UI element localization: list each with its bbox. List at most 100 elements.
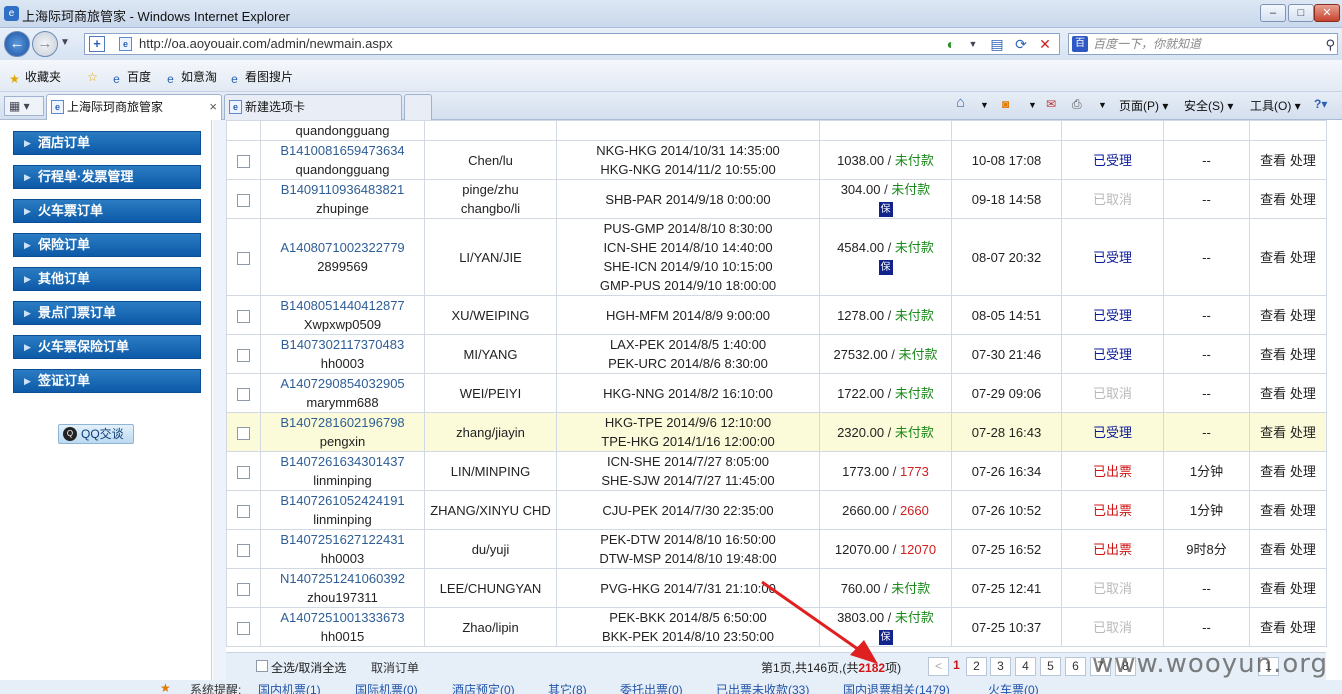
sidebar-item-insurance-orders[interactable]: ▶ 保险订单 (13, 233, 201, 257)
process-link[interactable]: 处理 (1290, 542, 1316, 557)
view-link[interactable]: 查看 (1260, 347, 1286, 362)
cancel-order-link[interactable]: 取消订单 (371, 659, 419, 676)
row-checkbox[interactable] (237, 309, 250, 323)
process-link[interactable]: 处理 (1290, 386, 1316, 401)
view-link[interactable]: 查看 (1260, 620, 1286, 635)
home-dropdown-icon[interactable]: ▼ (980, 100, 989, 110)
order-id-link[interactable]: B1408051440412877 (262, 297, 424, 316)
search-input[interactable]: 百 百度一下，你就知道 ⚲ (1068, 33, 1338, 55)
view-link[interactable]: 查看 (1260, 386, 1286, 401)
order-id-link[interactable]: B1410081659473634 (262, 142, 424, 161)
maximize-button[interactable]: □ (1288, 4, 1314, 22)
page-4-button[interactable]: 4 (1015, 657, 1036, 676)
select-all-checkbox[interactable] (256, 660, 268, 672)
order-id-link[interactable]: A1407251001333673 (262, 609, 424, 628)
tab-new[interactable]: e 新建选项卡 (224, 94, 402, 120)
process-link[interactable]: 处理 (1290, 503, 1316, 518)
view-link[interactable]: 查看 (1260, 542, 1286, 557)
row-checkbox[interactable] (237, 387, 250, 401)
view-link[interactable]: 查看 (1260, 503, 1286, 518)
fav-link-baidu[interactable]: e 百度 (110, 68, 151, 86)
quick-tabs-button[interactable]: ▦ ▾ (4, 96, 44, 116)
security-shield-icon[interactable]: + (89, 36, 105, 52)
order-id-link[interactable]: B1409110936483821 (262, 181, 424, 200)
select-all-link[interactable]: 全选/取消全选 (271, 659, 346, 676)
row-checkbox[interactable] (237, 348, 250, 362)
process-link[interactable]: 处理 (1290, 347, 1316, 362)
home-icon[interactable]: ⌂ (956, 94, 965, 111)
mail-icon[interactable]: ✉ (1046, 97, 1056, 111)
reminder-refund[interactable]: 国内退票相关(1479) (843, 681, 950, 694)
back-button[interactable]: ← (4, 31, 30, 57)
close-tab-icon[interactable]: × (209, 95, 217, 119)
process-link[interactable]: 处理 (1290, 620, 1316, 635)
process-link[interactable]: 处理 (1290, 153, 1316, 168)
row-checkbox[interactable] (237, 426, 250, 440)
row-checkbox[interactable] (237, 621, 250, 635)
row-checkbox[interactable] (237, 543, 250, 557)
view-link[interactable]: 查看 (1260, 425, 1286, 440)
process-link[interactable]: 处理 (1290, 464, 1316, 479)
compatibility-icon[interactable]: ◐ (943, 36, 959, 52)
close-window-button[interactable]: ✕ (1314, 4, 1340, 22)
view-link[interactable]: 查看 (1260, 192, 1286, 207)
fav-link-kantu[interactable]: e 看图搜片 (228, 68, 293, 86)
sidebar-item-hotel-orders[interactable]: ▶ 酒店订单 (13, 131, 201, 155)
order-id-link[interactable]: B1407281602196798 (262, 414, 424, 433)
view-link[interactable]: 查看 (1260, 464, 1286, 479)
refresh-icon[interactable]: ⟳ (1013, 36, 1029, 52)
help-icon[interactable]: ?▾ (1314, 97, 1327, 111)
fav-link-ruyitao[interactable]: e 如意淘 (164, 68, 217, 86)
order-id-link[interactable]: B1407302117370483 (262, 336, 424, 355)
sidebar-item-invoice[interactable]: ▶ 行程单·发票管理 (13, 165, 201, 189)
sidebar-item-other-orders[interactable]: ▶ 其他订单 (13, 267, 201, 291)
order-id-link[interactable]: A1407290854032905 (262, 375, 424, 394)
feeds-dropdown-icon[interactable]: ▼ (1028, 100, 1037, 110)
sidebar-item-train-insurance[interactable]: ▶ 火车票保险订单 (13, 335, 201, 359)
qq-chat-button[interactable]: Q QQ交谈 (58, 424, 134, 444)
page-2-button[interactable]: 2 (966, 657, 987, 676)
safety-menu[interactable]: 安全(S) ▾ (1184, 97, 1233, 114)
row-checkbox[interactable] (237, 251, 250, 265)
process-link[interactable]: 处理 (1290, 250, 1316, 265)
reminder-train[interactable]: 火车票(0) (988, 681, 1039, 694)
reminder-other[interactable]: 其它(8) (548, 681, 587, 694)
order-id-link[interactable]: B1407261634301437 (262, 453, 424, 472)
order-id-link[interactable]: N1407251241060392 (262, 570, 424, 589)
row-checkbox[interactable] (237, 582, 250, 596)
row-checkbox[interactable] (237, 465, 250, 479)
page-6-button[interactable]: 6 (1065, 657, 1086, 676)
new-tab-button[interactable] (404, 94, 432, 120)
view-link[interactable]: 查看 (1260, 308, 1286, 323)
process-link[interactable]: 处理 (1290, 581, 1316, 596)
row-checkbox[interactable] (237, 193, 250, 207)
view-link[interactable]: 查看 (1260, 153, 1286, 168)
order-id-link[interactable]: B1407261052424191 (262, 492, 424, 511)
order-id-link[interactable]: B1407251627122431 (262, 531, 424, 550)
compat-view-icon[interactable]: ▤ (989, 36, 1005, 52)
page-1-button[interactable]: 1 (946, 657, 967, 676)
row-checkbox[interactable] (237, 504, 250, 518)
process-link[interactable]: 处理 (1290, 308, 1316, 323)
stop-icon[interactable]: ✕ (1037, 36, 1053, 52)
reminder-unpaid-issued[interactable]: 已出票未收款(33) (716, 681, 809, 694)
order-id-link[interactable]: A1408071002322779 (262, 238, 424, 257)
minimize-button[interactable]: – (1260, 4, 1286, 22)
row-checkbox[interactable] (237, 154, 250, 168)
sidebar-item-ticket-orders[interactable]: ▶ 景点门票订单 (13, 301, 201, 325)
page-5-button[interactable]: 5 (1040, 657, 1061, 676)
reminder-hotel[interactable]: 酒店预定(0) (452, 681, 515, 694)
history-dropdown-icon[interactable]: ▼ (60, 37, 70, 48)
tab-main[interactable]: e 上海际珂商旅管家 × (46, 94, 222, 120)
add-favorite-button[interactable]: ☆ (86, 68, 103, 84)
search-icon[interactable]: ⚲ (1325, 35, 1335, 55)
favorites-button[interactable]: ★ 收藏夹 (8, 68, 61, 86)
page-menu[interactable]: 页面(P) ▾ (1119, 97, 1168, 114)
sidebar-item-train-orders[interactable]: ▶ 火车票订单 (13, 199, 201, 223)
forward-button[interactable]: → (32, 31, 58, 57)
reminder-intl-flight[interactable]: 国际机票(0) (355, 681, 418, 694)
sidebar-item-visa-orders[interactable]: ▶ 签证订单 (13, 369, 201, 393)
view-link[interactable]: 查看 (1260, 581, 1286, 596)
reminder-domestic-flight[interactable]: 国内机票(1) (258, 681, 321, 694)
view-link[interactable]: 查看 (1260, 250, 1286, 265)
